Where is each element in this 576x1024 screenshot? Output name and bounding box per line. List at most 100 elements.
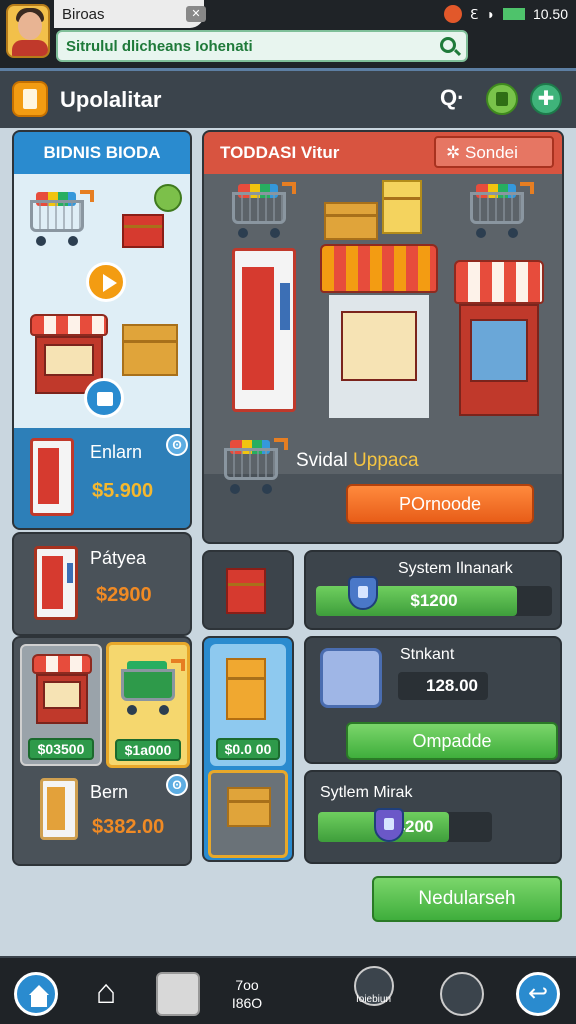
item-tile[interactable] <box>202 550 294 630</box>
badge-icon <box>154 184 182 212</box>
fridge-icon <box>30 438 74 516</box>
book-icon <box>40 778 78 840</box>
crate-icon <box>122 324 178 376</box>
market-stall-icon <box>32 654 92 724</box>
shop-thumb-icon[interactable] <box>156 972 200 1016</box>
battery-icon <box>502 8 525 20</box>
special-label-b: Uppaca <box>353 450 419 471</box>
special-upgrade-label: Svidal Uppaca <box>296 450 419 472</box>
back-icon[interactable]: ↩ <box>516 972 560 1016</box>
tab-title: Biroas <box>62 6 105 23</box>
featured-scene: Svidal Uppaca <box>204 174 562 494</box>
home-icon[interactable] <box>14 972 58 1016</box>
info-icon[interactable]: ʘ <box>166 434 188 456</box>
tile-price: $0.0 00 <box>216 738 280 760</box>
cart-icon <box>220 438 290 498</box>
search-icon[interactable]: Q· <box>440 85 466 111</box>
panel-title: BIDNIS BIODA <box>14 132 190 174</box>
shop-preview <box>14 174 190 428</box>
clock: 10.50 <box>532 6 568 22</box>
record-icon <box>443 5 462 23</box>
special-label-a: Svidal <box>296 450 348 471</box>
stat-value: 124200 <box>376 817 434 836</box>
box-icon <box>226 658 266 720</box>
cart-icon <box>117 659 187 719</box>
page-title: Upolalitar <box>60 87 162 112</box>
app-header: Upolalitar Q· ✚ <box>0 68 576 128</box>
crate-icon <box>227 787 271 827</box>
chat-icon[interactable] <box>440 972 484 1016</box>
crate-tile[interactable] <box>208 770 288 858</box>
list-item[interactable]: Bern $382.00 ʘ <box>14 772 190 864</box>
item-price: $382.00 <box>92 816 165 838</box>
system-icons: ℇ ◗ 10.50 <box>443 4 568 24</box>
star-badge-icon[interactable]: ✚ <box>530 83 562 115</box>
status-bar: Biroas ✕ ℇ ◗ 10.50 Sitrulul dlicheans Io… <box>0 0 576 68</box>
info-icon[interactable]: ʘ <box>166 774 188 796</box>
chart-panel-icon <box>320 648 382 708</box>
item-price: $5.900 <box>92 480 154 502</box>
featured-panel: TODDASI Vitur ✲ Sondei Svidal Uppaca POr… <box>202 130 564 544</box>
vending-machine-icon <box>232 248 296 412</box>
item-title: Pátyea <box>90 548 147 568</box>
next-button[interactable]: Nedularseh <box>372 876 562 922</box>
sort-button[interactable]: ✲ Sondei <box>434 136 554 168</box>
stat-card: Sytlem Mirak 124200 <box>304 770 562 864</box>
browser-tab[interactable]: Biroas <box>54 0 204 28</box>
stat-title: System Ilnanark <box>398 560 513 577</box>
footer-counter: 7oo I86O <box>222 976 272 1012</box>
tile-price: $1a000 <box>115 739 181 761</box>
box-icon <box>382 180 422 234</box>
shopping-bag-icon <box>226 568 266 614</box>
item-tile-group: $0.0 00 <box>202 636 294 862</box>
counter-bottom: I86O <box>231 995 263 1011</box>
profile-label: Ioiebiun <box>356 994 392 1005</box>
product-tile[interactable]: $0.0 00 <box>210 644 286 766</box>
item-title: Enlarn <box>90 442 143 462</box>
list-item[interactable]: Enlarn $5.900 ʘ <box>14 428 190 528</box>
vending-machine-icon <box>34 546 78 620</box>
folder-button[interactable] <box>84 378 124 418</box>
crate-icon <box>324 202 378 240</box>
stat-card: Stnkant 128.00 Ompadde <box>304 636 562 764</box>
shield-icon <box>374 808 404 842</box>
wifi-icon: ◗ <box>486 6 495 22</box>
close-icon[interactable]: ✕ <box>186 6 206 22</box>
play-button[interactable] <box>86 262 126 302</box>
cart-tile[interactable]: $1a000 <box>106 642 190 768</box>
notes-icon[interactable] <box>12 81 48 117</box>
signal-icon: ℇ <box>469 5 479 22</box>
progress-bar: 124200 <box>318 812 492 842</box>
stat-card: System Ilnanark $1200 <box>304 550 562 630</box>
cart-icon <box>466 182 536 242</box>
item-price: $2900 <box>96 584 152 606</box>
avatar[interactable] <box>6 4 50 58</box>
tile-price: $03500 <box>28 738 94 760</box>
url-bar[interactable]: Sitrulul dlicheans Iohenati <box>56 30 468 62</box>
url-text: Sitrulul dlicheans Iohenati <box>66 38 253 55</box>
stall-tile[interactable]: $03500 <box>20 644 102 766</box>
gear-icon: ✲ <box>446 143 461 162</box>
stat-value-box: 128.00 <box>398 672 488 700</box>
left-shop-panel: BIDNIS BIODA Enlarn $5.900 ʘ <box>12 130 192 530</box>
panel-header: TODDASI Vitur ✲ Sondei <box>204 132 562 174</box>
kiosk-icon <box>454 260 544 416</box>
ompadde-button[interactable]: Ompadde <box>346 722 558 760</box>
search-icon[interactable] <box>440 37 456 53</box>
stat-value: 128.00 <box>426 676 478 695</box>
item-title: Bern <box>90 782 129 802</box>
counter-top: 7oo <box>235 977 259 993</box>
cart-icon <box>26 190 96 250</box>
cart-icon <box>228 182 298 242</box>
stat-title: Stnkant <box>400 646 455 663</box>
list-item[interactable]: Pátyea $2900 <box>12 532 192 636</box>
market-stall-icon <box>320 244 438 420</box>
house-outline-icon[interactable]: ⌂ <box>84 972 128 1016</box>
shield-icon <box>348 576 378 610</box>
stat-title: Sytlem Mirak <box>320 784 413 801</box>
purchase-button[interactable]: POrnoode <box>346 484 534 524</box>
left-tiles-panel: $03500 $1a000 Bern $382.00 ʘ <box>12 636 192 866</box>
sort-label: Sondei <box>464 143 518 162</box>
bottom-nav: ⌂ 7oo I86O Ioiebiun ↩ <box>0 956 576 1024</box>
shop-bag-icon[interactable] <box>486 83 518 115</box>
